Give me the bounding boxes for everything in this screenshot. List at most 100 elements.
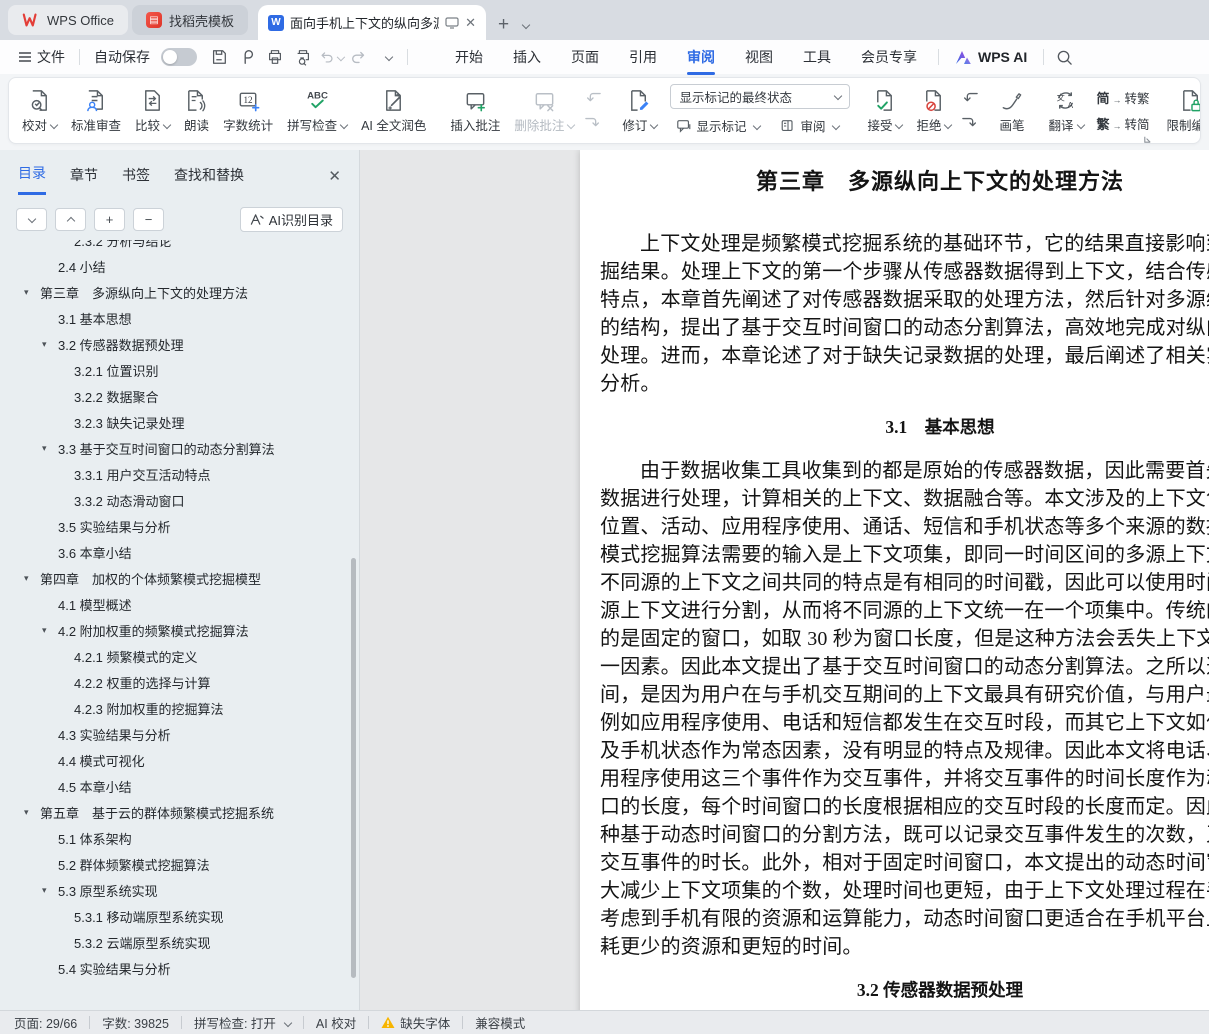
accept-revision-button[interactable]: 接受 — [860, 85, 909, 137]
toc-item[interactable]: 4.3 实验结果与分析 — [0, 721, 359, 747]
toc-item[interactable]: 4.2.3 附加权重的挖掘算法 — [0, 695, 359, 721]
toc-item[interactable]: ▾ 5.3 原型系统实现 — [0, 877, 359, 903]
toc-item[interactable]: 4.5 本章小结 — [0, 773, 359, 799]
markup-state-dropdown[interactable]: 显示标记的最终状态 — [670, 83, 851, 109]
page-indicator[interactable]: 页面: 29/66 — [14, 1013, 77, 1032]
delete-comment-button[interactable]: 删除批注 — [507, 85, 581, 137]
toc-item[interactable]: ▾ 第三章 多源纵向上下文的处理方法 — [0, 279, 359, 305]
spellcheck-status[interactable]: 拼写检查: 打开 — [194, 1013, 293, 1032]
expand-arrow-icon[interactable]: ▾ — [24, 807, 40, 818]
next-revision-icon[interactable] — [958, 113, 982, 133]
redo-icon[interactable] — [346, 45, 372, 69]
toc-item[interactable]: 3.6 本章小结 — [0, 539, 359, 565]
export-icon[interactable] — [234, 45, 260, 69]
word-count-indicator[interactable]: 字数: 39825 — [102, 1013, 169, 1032]
toc-item[interactable]: 4.2.1 频繁模式的定义 — [0, 643, 359, 669]
tab-review[interactable]: 审阅 — [672, 41, 730, 75]
track-changes-button[interactable]: 修订 — [615, 85, 664, 137]
word-count-button[interactable]: 12 字数统计 — [216, 85, 280, 137]
next-comment-icon[interactable] — [581, 113, 605, 133]
reject-revision-button[interactable]: 拒绝 — [909, 85, 958, 137]
pen-button[interactable]: 画笔 — [992, 85, 1031, 137]
toc-item[interactable]: 2.3.2 分析与结论 — [0, 240, 359, 253]
wps-office-home-tab[interactable]: WPS Office — [8, 5, 128, 35]
toc-item[interactable]: 3.1 基本思想 — [0, 305, 359, 331]
document-page[interactable]: 第三章 多源纵向上下文的处理方法 上下文处理是频繁模式挖掘系统的基础环节，它的结… — [580, 150, 1209, 1010]
toc-item[interactable]: ▾ 第四章 加权的个体频繁模式挖掘模型 — [0, 565, 359, 591]
toc-item[interactable]: 3.2.1 位置识别 — [0, 357, 359, 383]
restrict-editing-button[interactable]: 限制编辑 — [1160, 85, 1200, 137]
expand-arrow-icon[interactable]: ▾ — [24, 573, 40, 584]
toc-item[interactable]: 4.1 模型概述 — [0, 591, 359, 617]
tab-page[interactable]: 页面 — [556, 41, 614, 73]
toc-item[interactable]: 4.2.2 权重的选择与计算 — [0, 669, 359, 695]
new-tab-icon[interactable]: + — [498, 15, 509, 34]
sidebar-tab-bookmarks[interactable]: 书签 — [122, 165, 150, 194]
close-tab-icon[interactable]: ✕ — [465, 15, 476, 31]
toc-item[interactable]: ▾ 3.3 基于交互时间窗口的动态分割算法 — [0, 435, 359, 461]
sidebar-scrollbar-thumb[interactable] — [351, 558, 356, 978]
read-aloud-button[interactable]: 朗读 — [177, 85, 216, 137]
sidebar-tab-chapters[interactable]: 章节 — [70, 165, 98, 194]
zoom-out-toc-button[interactable]: − — [133, 208, 164, 231]
standard-review-button[interactable]: 标准审查 — [64, 85, 128, 137]
tab-list-chevron-icon[interactable] — [521, 20, 531, 30]
expand-arrow-icon[interactable]: ▾ — [24, 287, 40, 298]
toc-item[interactable]: 2.4 小结 — [0, 253, 359, 279]
expand-arrow-icon[interactable]: ▾ — [42, 885, 58, 896]
tab-tools[interactable]: 工具 — [788, 41, 846, 73]
toc-item[interactable]: ▾ 4.2 附加权重的频繁模式挖掘算法 — [0, 617, 359, 643]
toc-item[interactable]: 3.2.2 数据聚合 — [0, 383, 359, 409]
expand-all-button[interactable] — [55, 208, 86, 231]
previous-comment-icon[interactable] — [581, 88, 605, 108]
autosave-toggle[interactable] — [161, 48, 197, 66]
proofread-button[interactable]: 校对 — [15, 85, 64, 137]
toc-item[interactable]: 4.4 模式可视化 — [0, 747, 359, 773]
monitor-icon[interactable] — [445, 16, 459, 29]
sidebar-tab-contents[interactable]: 目录 — [18, 163, 46, 195]
tab-view[interactable]: 视图 — [730, 41, 788, 73]
undo-icon[interactable] — [318, 45, 346, 69]
tab-start[interactable]: 开始 — [440, 41, 498, 73]
toc-item[interactable]: 3.2.3 缺失记录处理 — [0, 409, 359, 435]
tab-insert[interactable]: 插入 — [498, 41, 556, 73]
toc-item[interactable]: 5.4 实验结果与分析 — [0, 955, 359, 981]
to-simplified-button[interactable]: 繁 → 转简 — [1097, 114, 1150, 133]
tab-membership[interactable]: 会员专享 — [846, 41, 932, 73]
translate-button[interactable]: 文A 翻译 — [1041, 85, 1090, 137]
spell-check-button[interactable]: ABC 拼写检查 — [280, 85, 354, 137]
document-tab[interactable]: W 面向手机上下文的纵向多源数 ✕ — [257, 5, 486, 40]
file-menu[interactable]: 文件 — [10, 47, 73, 67]
template-tab[interactable]: ▤ 找稻壳模板 — [131, 5, 248, 35]
dialog-launcher-icon[interactable] — [1143, 135, 1152, 144]
toc-item[interactable]: 3.5 实验结果与分析 — [0, 513, 359, 539]
toc-item[interactable]: ▾ 3.2 传感器数据预处理 — [0, 331, 359, 357]
expand-arrow-icon[interactable]: ▾ — [42, 443, 58, 454]
zoom-in-toc-button[interactable]: + — [94, 208, 125, 231]
sidebar-tab-find-replace[interactable]: 查找和替换 — [174, 165, 244, 194]
toc-item[interactable]: ▾ 第五章 基于云的群体频繁模式挖掘系统 — [0, 799, 359, 825]
toc-item[interactable]: 5.3.2 云端原型系统实现 — [0, 929, 359, 955]
compare-button[interactable]: 比较 — [128, 85, 177, 137]
previous-revision-icon[interactable] — [958, 88, 982, 108]
autosave-control[interactable]: 自动保存 — [86, 47, 205, 67]
more-commands-chevron-icon[interactable] — [374, 45, 400, 69]
expand-arrow-icon[interactable]: ▾ — [42, 339, 58, 350]
print-icon[interactable] — [262, 45, 288, 69]
toc-item[interactable]: 5.3.1 移动端原型系统实现 — [0, 903, 359, 929]
search-icon[interactable] — [1051, 45, 1077, 69]
ai-proofread-button[interactable]: AI 校对 — [316, 1013, 356, 1032]
toc-item[interactable]: 5.4 本章小结 — [0, 981, 359, 986]
tab-reference[interactable]: 引用 — [614, 41, 672, 73]
expand-arrow-icon[interactable]: ▾ — [42, 625, 58, 636]
ai-polish-button[interactable]: AI 全文润色 — [354, 85, 433, 137]
collapse-all-button[interactable] — [16, 208, 47, 231]
save-icon[interactable] — [206, 45, 232, 69]
toc-item[interactable]: 3.3.2 动态滑动窗口 — [0, 487, 359, 513]
missing-font-warning[interactable]: 缺失字体 — [381, 1013, 450, 1032]
insert-comment-button[interactable]: 插入批注 — [443, 85, 507, 137]
show-markup-button[interactable]: 显示标记 — [670, 114, 766, 138]
toc-item[interactable]: 3.3.1 用户交互活动特点 — [0, 461, 359, 487]
toc-item[interactable]: 5.1 体系架构 — [0, 825, 359, 851]
wps-ai-button[interactable]: WPS AI — [945, 49, 1037, 65]
